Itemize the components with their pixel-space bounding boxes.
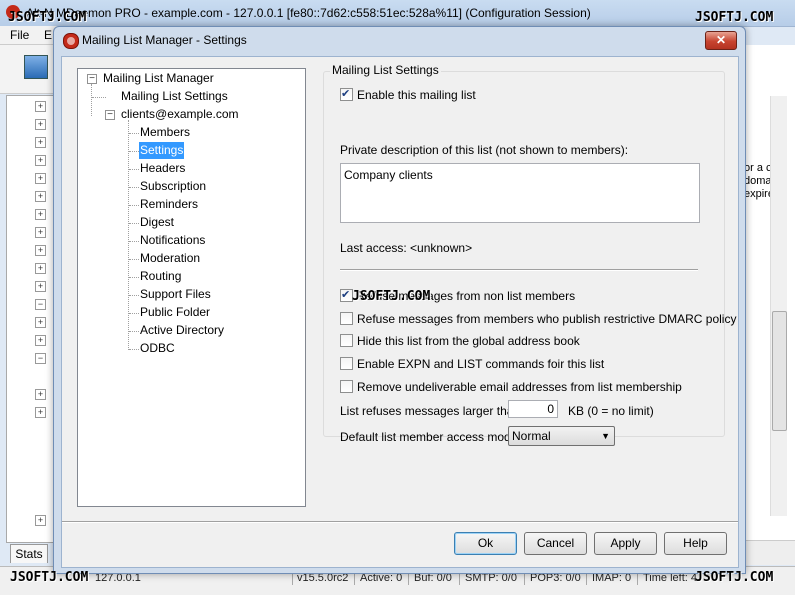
app-titlebar: Alt-N MDaemon PRO - example.com - 127.0.…: [0, 0, 795, 27]
tree-item-members[interactable]: Members: [139, 124, 191, 141]
size-limit-label: List refuses messages larger than: [340, 404, 521, 418]
tree-item-notifications[interactable]: Notifications: [139, 232, 206, 249]
menu-file[interactable]: File: [10, 28, 29, 42]
expand-icon[interactable]: +: [35, 173, 46, 184]
watermark: JSOFTJ.COM: [695, 570, 774, 585]
watermark: JSOFTJ.COM: [695, 10, 774, 25]
dialog-body: − Mailing List Manager Mailing List Sett…: [61, 56, 739, 568]
divider: [340, 269, 698, 271]
expand-icon[interactable]: +: [35, 155, 46, 166]
last-access-text: Last access: <unknown>: [340, 241, 473, 255]
dropdown-arrow-icon[interactable]: ▼: [601, 427, 610, 446]
expand-icon[interactable]: +: [35, 119, 46, 130]
close-button[interactable]: ✕: [705, 31, 737, 50]
hide-from-address-book-checkbox[interactable]: Hide this list from the global address b…: [340, 333, 580, 349]
dialog-titlebar[interactable]: Mailing List Manager - Settings ✕: [54, 27, 745, 55]
expand-icon[interactable]: +: [35, 407, 46, 418]
app-horizontal-scrollbar[interactable]: [742, 540, 795, 565]
size-limit-unit: KB (0 = no limit): [568, 404, 654, 418]
tree-item-settings[interactable]: Settings: [139, 142, 185, 159]
app-toolbar: [0, 45, 60, 94]
tree-item-support-files[interactable]: Support Files: [139, 286, 212, 303]
settings-tree[interactable]: − Mailing List Manager Mailing List Sett…: [77, 68, 306, 507]
dialog-title: Mailing List Manager - Settings: [82, 33, 247, 47]
tree-item-odbc[interactable]: ODBC: [139, 340, 176, 357]
tree-item-active-directory[interactable]: Active Directory: [139, 322, 225, 339]
enable-expn-list-checkbox[interactable]: Enable EXPN and LIST commands foir this …: [340, 356, 604, 372]
expand-icon[interactable]: +: [35, 191, 46, 202]
expand-icon[interactable]: +: [35, 263, 46, 274]
app-title: Alt-N MDaemon PRO - example.com - 127.0.…: [26, 6, 591, 20]
checkbox-icon[interactable]: [340, 357, 353, 370]
tree-item-subscription[interactable]: Subscription: [139, 178, 207, 195]
tab-stats[interactable]: Stats: [10, 544, 48, 563]
tree-item-mailing-list-settings[interactable]: Mailing List Settings: [120, 88, 229, 105]
app-vertical-scrollbar[interactable]: [770, 96, 787, 516]
description-label: Private description of this list (not sh…: [340, 143, 629, 157]
collapse-icon[interactable]: −: [35, 299, 46, 310]
tree-item-public-folder[interactable]: Public Folder: [139, 304, 211, 321]
menu-edit[interactable]: E: [44, 28, 52, 42]
tree-item-headers[interactable]: Headers: [139, 160, 186, 177]
cancel-button[interactable]: Cancel: [524, 532, 587, 555]
expand-icon[interactable]: +: [35, 101, 46, 112]
description-textarea[interactable]: Company clients: [340, 163, 700, 223]
computer-icon[interactable]: [24, 55, 48, 79]
collapse-icon[interactable]: −: [35, 353, 46, 364]
expand-icon[interactable]: +: [35, 389, 46, 400]
app-right-pane: [742, 45, 795, 541]
tree-item-routing[interactable]: Routing: [139, 268, 182, 285]
checkbox-icon[interactable]: [340, 312, 353, 325]
ok-button[interactable]: Ok: [454, 532, 517, 555]
mdaemon-logo-icon: [63, 33, 79, 49]
app-tree[interactable]: + + + + + + + + + + + − + + − + + +: [6, 95, 56, 543]
collapse-icon[interactable]: −: [105, 110, 115, 120]
tree-item-reminders[interactable]: Reminders: [139, 196, 199, 213]
help-button[interactable]: Help: [664, 532, 727, 555]
divider: [62, 521, 738, 523]
app-menubar: File E: [0, 26, 60, 45]
checkbox-checked-icon[interactable]: [340, 86, 353, 102]
watermark: JSOFTJ.COM: [352, 289, 431, 304]
access-mode-label: Default list member access mode: [340, 430, 518, 444]
expand-icon[interactable]: +: [35, 281, 46, 292]
expand-icon[interactable]: +: [35, 227, 46, 238]
checkbox-icon[interactable]: [340, 380, 353, 393]
tree-item-moderation[interactable]: Moderation: [139, 250, 201, 267]
enable-list-checkbox[interactable]: Enable this mailing list: [340, 86, 476, 103]
access-mode-select[interactable]: Normal ▼: [508, 426, 615, 446]
remove-undeliverable-checkbox[interactable]: Remove undeliverable email addresses fro…: [340, 379, 682, 395]
expand-icon[interactable]: +: [35, 317, 46, 328]
group-title: Mailing List Settings: [330, 63, 441, 77]
scrollbar-thumb[interactable]: [772, 311, 787, 431]
tree-item-digest[interactable]: Digest: [139, 214, 175, 231]
apply-button[interactable]: Apply: [594, 532, 657, 555]
expand-icon[interactable]: +: [35, 245, 46, 256]
expand-icon[interactable]: +: [35, 515, 46, 526]
tree-item-mailing-list-manager[interactable]: Mailing List Manager: [102, 70, 215, 87]
size-limit-input[interactable]: 0: [508, 400, 558, 418]
checkbox-icon[interactable]: [340, 334, 353, 347]
watermark: JSOFTJ.COM: [8, 10, 87, 25]
tree-item-list-address[interactable]: clients@example.com: [120, 106, 240, 123]
expand-icon[interactable]: +: [35, 209, 46, 220]
collapse-icon[interactable]: −: [87, 74, 97, 84]
expand-icon[interactable]: +: [35, 137, 46, 148]
expand-icon[interactable]: +: [35, 335, 46, 346]
refuse-dmarc-checkbox[interactable]: Refuse messages from members who publish…: [340, 311, 736, 327]
watermark: JSOFTJ.COM: [10, 570, 89, 585]
